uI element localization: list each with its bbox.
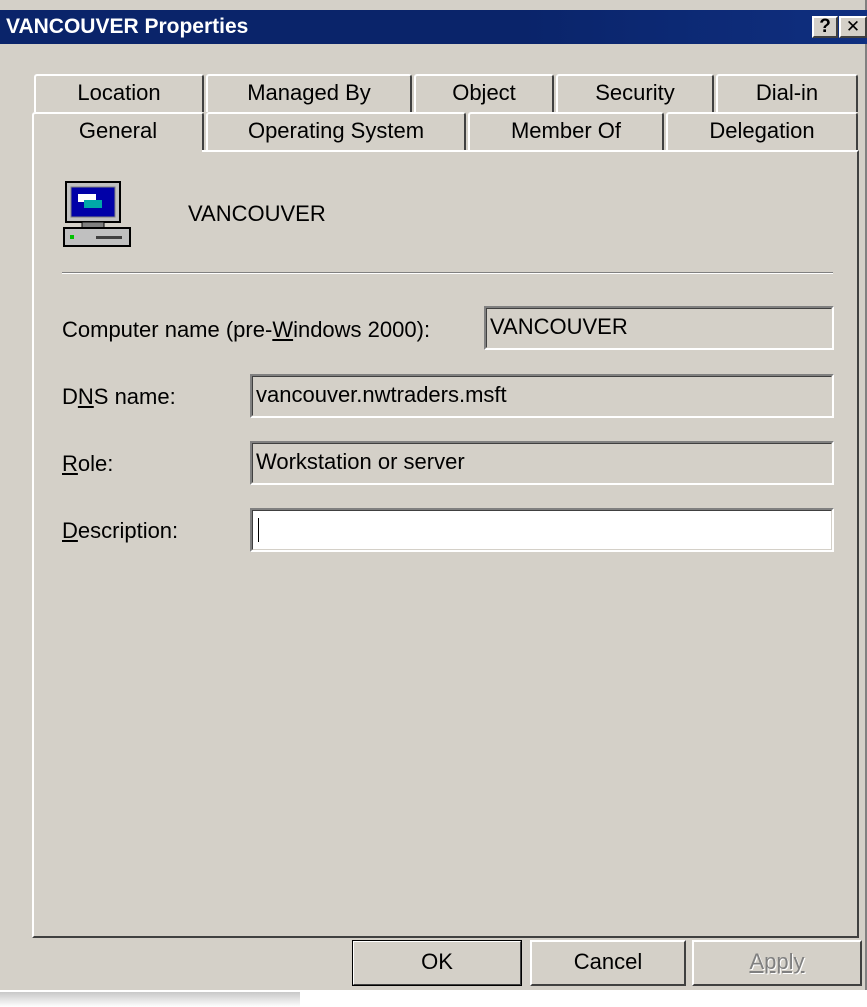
apply-button[interactable]: Apply (692, 940, 862, 986)
tab-object[interactable]: Object (414, 74, 554, 112)
description-label: Description: (62, 518, 179, 543)
separator (62, 272, 833, 274)
computer-name-heading: VANCOUVER (188, 201, 326, 226)
cancel-button[interactable]: Cancel (530, 940, 686, 986)
window-shadow (0, 992, 300, 1007)
title-bar: VANCOUVER Properties ? ✕ (0, 10, 867, 44)
tab-managed-by[interactable]: Managed By (206, 74, 412, 112)
properties-dialog: VANCOUVER Properties ? ✕ Location Manage… (0, 0, 867, 990)
tab-dial-in[interactable]: Dial-in (716, 74, 858, 112)
ok-button[interactable]: OK (352, 940, 522, 986)
tab-security[interactable]: Security (556, 74, 714, 112)
description-input[interactable] (250, 508, 834, 552)
dns-name-label: DNS name: (62, 384, 176, 409)
tab-location[interactable]: Location (34, 74, 204, 112)
prewin2000-name-field[interactable]: VANCOUVER (484, 306, 834, 350)
prewin2000-label: Computer name (pre-Windows 2000): (62, 317, 431, 342)
role-field[interactable]: Workstation or server (250, 441, 834, 485)
computer-icon (63, 181, 131, 247)
close-icon: ✕ (845, 17, 861, 36)
dns-name-field[interactable]: vancouver.nwtraders.msft (250, 374, 834, 418)
active-tab-join (34, 148, 202, 154)
tab-member-of[interactable]: Member Of (468, 112, 664, 150)
window-title: VANCOUVER Properties (6, 15, 249, 38)
text-cursor (258, 518, 259, 543)
tab-delegation[interactable]: Delegation (666, 112, 858, 150)
role-label: Role: (62, 451, 114, 476)
tab-operating-system[interactable]: Operating System (206, 112, 466, 150)
help-button[interactable]: ? (812, 16, 838, 38)
close-button[interactable]: ✕ (839, 16, 867, 38)
